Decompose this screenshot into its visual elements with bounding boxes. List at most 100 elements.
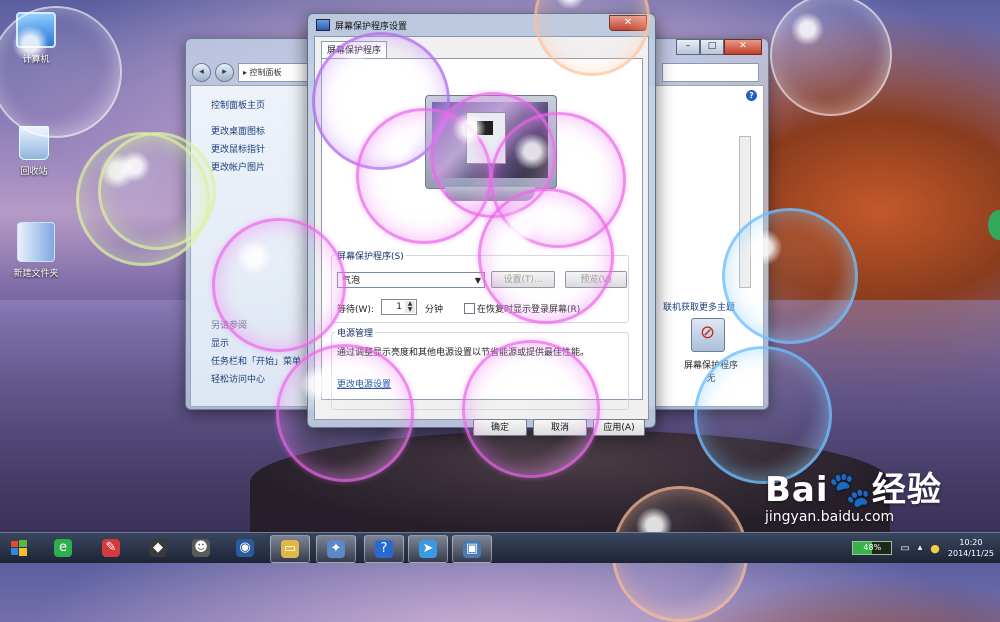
desktop-icon-label: 计算机 [22,55,50,65]
chevron-down-icon: ▼ [474,276,481,285]
wait-minutes-stepper[interactable]: 1 ▲ ▼ [381,299,417,315]
sidebar-link-account-picture[interactable]: 更改帐户图片 [211,160,265,173]
bird-icon: ➤ [419,540,437,558]
watermark-url: jingyan.baidu.com [765,509,895,525]
ok-button[interactable]: 确定 [473,419,527,436]
dialog-body: 屏幕保护程序 屏幕保护程序(S) 气泡 ▼ 设置(T)... 预览(V) 等待(… [314,36,649,436]
back-button[interactable]: ◂ [192,62,211,82]
paint-icon: ✎ [102,539,120,557]
help-icon: ? [375,540,393,558]
webcam-icon: ◉ [236,539,254,557]
screensaver-select[interactable]: 气泡 ▼ [337,272,485,288]
folder-icon: ▭ [281,540,299,558]
taskbar-item-fox[interactable]: ◆ [139,535,177,561]
sidebar-link-mouse-pointer[interactable]: 更改鼠标指针 [211,142,265,155]
dialog-close-button[interactable]: ✕ [609,15,647,31]
power-group-label: 电源管理 [335,326,376,339]
alien-icon: ☻ [192,539,210,557]
preview-screen [432,102,548,178]
clock-time: 10:20 [959,538,983,547]
taskbar-item-paint[interactable]: ✎ [92,535,130,561]
settings-button[interactable]: 设置(T)... [491,271,555,288]
spin-arrows-icon[interactable]: ▲ ▼ [405,301,415,313]
wait-label: 等待(W): [337,305,374,315]
scrollbar[interactable] [739,136,751,288]
wait-minutes-value: 1 [396,302,402,312]
help-icon[interactable]: ? [746,90,757,101]
power-management-group [331,332,629,410]
control-panel-sidebar: 控制面板主页 更改桌面图标 更改鼠标指针 更改帐户图片 另请参阅 显示 任务栏和… [191,86,306,406]
desktop-icon-label: 回收站 [20,167,48,177]
paw-icon: 🐾 [828,470,872,510]
security-icon[interactable]: ● [930,542,940,555]
watermark-brand-suffix: 经验 [871,470,942,510]
wait-unit-label: 分钟 [425,305,444,315]
taskbar-item-browser[interactable]: e [44,535,82,561]
display-icon: ▣ [463,540,481,558]
monitor-stand [445,187,535,201]
desktop-icon-computer[interactable]: 计算机 [6,12,66,65]
address-bar[interactable]: ▸ 控制面板 [238,62,314,82]
show-hidden-icons-icon[interactable]: ▴ [918,543,923,553]
system-tray: 48% ▭ ▴ ● 10:20 2014/11/25 [852,535,994,561]
screensaver-select-value: 气泡 [342,276,361,286]
dialog-title-text: 屏幕保护程序设置 [335,21,408,32]
minimize-button[interactable]: – [676,39,700,55]
screensaver-settings-dialog[interactable]: 屏幕保护程序设置 ✕ 屏幕保护程序 屏幕保护程序(S) 气泡 ▼ 设置(T)..… [307,13,656,436]
taskbar-item-display[interactable]: ▣ [452,535,492,563]
computer-icon [16,12,56,48]
taskbar: e ✎ ◆ ☻ ◉ ▭ ✦? ➤ ▣ 48% ▭ ▴ ● 10:20 2014/11/25 [0,532,1000,563]
bubble [770,0,892,116]
sidebar-link-taskbar[interactable]: 任务栏和「开始」菜单 [211,354,301,367]
maximize-button[interactable]: □ [700,39,724,55]
start-button[interactable] [6,535,32,561]
preview-button[interactable]: 预览(V) [565,271,627,288]
desktop-icon-label: 新建文件夹 [13,269,59,279]
desktop-icon-recycle-bin[interactable]: 回收站 [4,126,64,177]
taskbar-item-alien[interactable]: ☻ [182,535,220,561]
screensaver-shortcut-label[interactable]: 屏幕保护程序 无 [681,358,741,384]
clock[interactable]: 10:20 2014/11/25 [948,537,994,559]
windows-logo-icon [11,540,27,556]
baidu-watermark: Bai🐾经验 jingyan.baidu.com [765,462,942,525]
cancel-button[interactable]: 取消 [533,419,587,436]
forward-button[interactable]: ▸ [215,62,234,82]
sidebar-link-ease-of-access[interactable]: 轻松访问中心 [211,372,265,385]
apply-button[interactable]: 应用(A) [593,419,645,436]
folder-icon [17,222,55,262]
recycle-bin-icon [19,126,49,160]
screensaver-icon[interactable] [691,318,725,352]
screensaver-shortcut-value: 无 [706,374,716,384]
taskbar-item-webcam[interactable]: ◉ [226,535,264,561]
preview-mini-window [466,112,506,164]
preview-monitor [425,95,557,203]
desktop-icon-new-folder[interactable]: 新建文件夹 [6,222,66,279]
monitor-icon [316,19,330,31]
close-button[interactable]: ✕ [724,39,762,55]
battery-indicator[interactable]: 48% [852,541,893,555]
window-controls: – □ ✕ [676,39,762,55]
see-also-header: 另请参阅 [211,321,248,331]
sidebar-link-home[interactable]: 控制面板主页 [211,98,265,111]
screensaver-shortcut-title: 屏幕保护程序 [683,361,738,371]
power-description: 通过调整显示亮度和其他电源设置以节省能源或提供最佳性能。 [337,348,590,358]
network-icon[interactable]: ▭ [900,543,909,554]
fox-icon: ◆ [149,539,167,557]
clock-date: 2014/11/25 [947,549,994,558]
get-more-themes-link[interactable]: 联机获取更多主题 [663,300,735,313]
taskbar-item-help[interactable]: ? [364,535,404,563]
battery-percent: 48% [863,543,882,552]
watermark-brand: Bai [765,470,829,510]
taskbar-item-bird[interactable]: ➤ [408,535,448,563]
floating-widget-icon[interactable] [988,210,1000,240]
search-box[interactable] [662,63,759,82]
change-power-settings-link[interactable]: 更改电源设置 [337,377,391,390]
resume-login-checkbox[interactable] [464,303,475,314]
taskbar-item-folder[interactable]: ▭ [270,535,310,563]
resume-login-label: 在恢复时显示登录屏幕(R) [477,305,581,315]
dialog-title: 屏幕保护程序设置 [316,18,407,32]
sidebar-link-desktop-icons[interactable]: 更改桌面图标 [211,124,265,137]
sidebar-link-display[interactable]: 显示 [211,336,229,349]
taskbar-item-personalize[interactable]: ✦ [316,535,356,563]
personalize-icon: ✦ [327,540,345,558]
